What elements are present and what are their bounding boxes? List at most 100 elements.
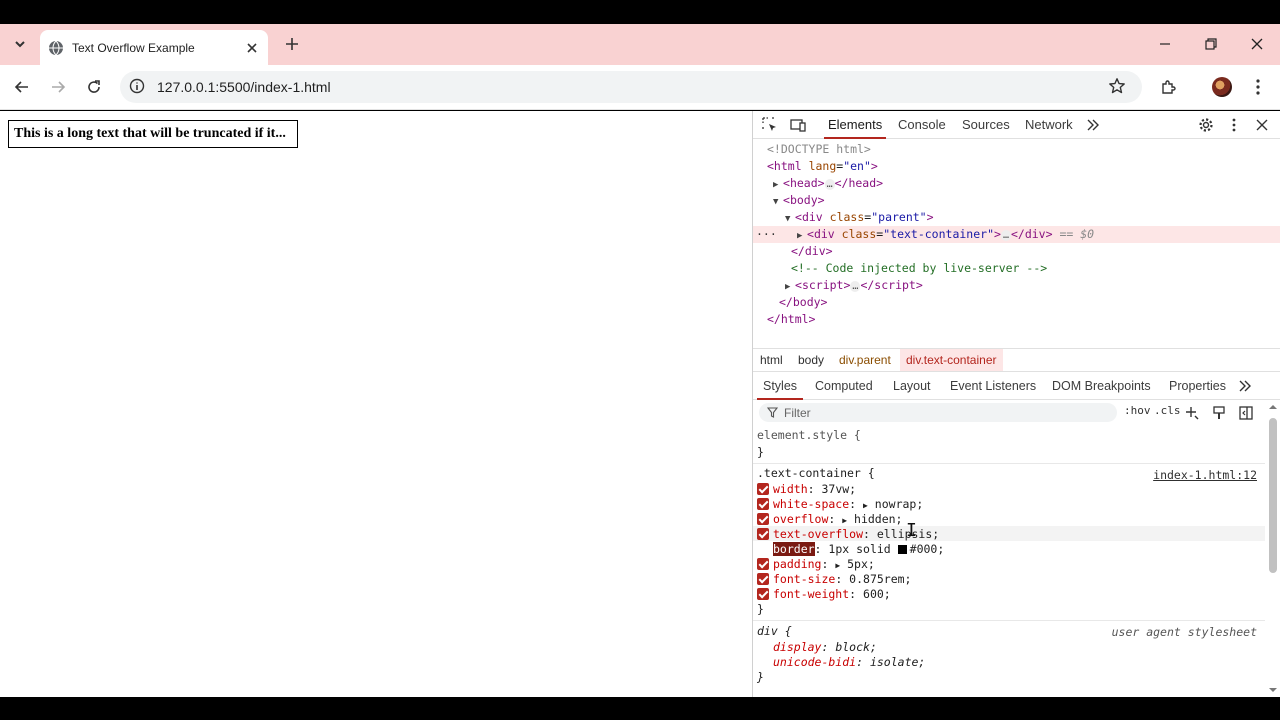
element-style-selector[interactable]: element.style {	[757, 428, 861, 443]
decl-checkbox[interactable]	[757, 558, 769, 570]
tab-computed[interactable]: Computed	[815, 373, 873, 400]
breadcrumb-html[interactable]: html	[760, 349, 783, 371]
decl-checkbox[interactable]	[757, 588, 769, 600]
ua-div-selector: div {	[757, 624, 792, 638]
tab-dom-breakpoints[interactable]: DOM Breakpoints	[1052, 373, 1151, 400]
new-style-rule-icon[interactable]	[1183, 404, 1201, 422]
hov-toggle[interactable]: :hov	[1124, 404, 1151, 417]
decl-checkbox[interactable]	[757, 498, 769, 510]
script-tag: script	[801, 278, 844, 292]
new-tab-button[interactable]	[282, 34, 302, 54]
node-actions-icon[interactable]: ···	[756, 226, 777, 243]
url-text[interactable]: 127.0.0.1:5500/index-1.html	[157, 79, 1108, 95]
decl-overflow[interactable]: overflow: ▶ hidden;	[757, 512, 902, 527]
close-devtools-icon[interactable]	[1253, 116, 1271, 134]
decl-value[interactable]: 600;	[863, 587, 891, 601]
site-info-icon[interactable]	[129, 78, 147, 96]
tab-search-button[interactable]	[8, 32, 32, 56]
color-swatch[interactable]	[897, 545, 907, 554]
reload-button[interactable]	[82, 75, 106, 99]
decl-border[interactable]: border: 1px solid #000;	[757, 542, 944, 557]
styles-filter-input[interactable]: Filter	[759, 403, 1117, 422]
decl-value[interactable]: nowrap;	[875, 497, 923, 511]
dom-comment[interactable]: <!-- Code injected by live-server -->	[753, 260, 1280, 277]
dom-script[interactable]: ▶ <script>… </script>	[753, 277, 1280, 294]
text-container-selector[interactable]: .text-container {	[757, 466, 875, 481]
devtools-menu-icon[interactable]	[1225, 116, 1243, 134]
expand-triangle-icon[interactable]: ▶	[842, 516, 847, 525]
forward-button[interactable]	[46, 75, 70, 99]
tab-layout[interactable]: Layout	[893, 373, 931, 400]
dom-body-close[interactable]: </body>	[753, 294, 1280, 311]
breadcrumb: html body div.parent div.text-container	[753, 348, 1280, 372]
letterbox-top	[0, 0, 1280, 24]
dom-body[interactable]: ▼ <body>	[753, 192, 1280, 209]
rule-divider	[753, 620, 1265, 621]
tab-console[interactable]: Console	[898, 111, 946, 139]
decl-value[interactable]: 0.875rem;	[849, 572, 911, 586]
styles-scrollbar[interactable]	[1266, 402, 1280, 695]
dom-doctype[interactable]: <!DOCTYPE html>	[753, 141, 1280, 158]
dom-html[interactable]: <html lang="en">	[753, 158, 1280, 175]
decl-padding[interactable]: padding: ▶ 5px;	[757, 557, 875, 572]
breadcrumb-body[interactable]: body	[798, 349, 824, 371]
collapsed-ellipsis[interactable]: …	[824, 179, 835, 190]
tab-elements[interactable]: Elements	[823, 111, 887, 139]
scroll-thumb[interactable]	[1269, 418, 1277, 573]
device-toolbar-icon[interactable]	[789, 116, 807, 134]
profile-avatar[interactable]	[1212, 77, 1232, 97]
decl-white-space[interactable]: white-space: ▶ nowrap;	[757, 497, 923, 512]
scroll-down-icon[interactable]	[1266, 685, 1280, 695]
browser-menu-button[interactable]	[1246, 75, 1270, 99]
tab-event-listeners[interactable]: Event Listeners	[950, 373, 1036, 400]
decl-checkbox[interactable]	[757, 483, 769, 495]
browser-tab[interactable]: Text Overflow Example	[40, 30, 268, 65]
dom-html-close[interactable]: </html>	[753, 311, 1280, 328]
breadcrumb-div-text-container[interactable]: div.text-container	[900, 349, 1003, 371]
decl-checkbox[interactable]	[757, 513, 769, 525]
decl-font-size[interactable]: font-size: 0.875rem;	[757, 572, 911, 587]
close-icon	[1251, 38, 1263, 50]
close-window-button[interactable]	[1245, 32, 1269, 56]
decl-font-weight[interactable]: font-weight: 600;	[757, 587, 891, 602]
dom-div-text-container[interactable]: ··· ▶ <div class="text-container">… </div>…	[753, 226, 1280, 243]
restore-button[interactable]	[1199, 32, 1223, 56]
tab-styles[interactable]: Styles	[756, 373, 804, 400]
minimize-button[interactable]	[1153, 32, 1177, 56]
toggle-sidebar-icon[interactable]	[1237, 404, 1255, 422]
decl-width[interactable]: width: 37vw;	[757, 482, 856, 497]
decl-value[interactable]: hidden;	[854, 512, 902, 526]
dom-div-parent[interactable]: ▼ <div class="parent">	[753, 209, 1280, 226]
more-subtabs-icon[interactable]	[1236, 377, 1254, 395]
breadcrumb-div-parent[interactable]: div.parent	[839, 349, 891, 371]
extensions-button[interactable]	[1157, 75, 1181, 99]
tab-properties[interactable]: Properties	[1169, 373, 1226, 400]
decl-checkbox[interactable]	[757, 528, 769, 540]
expand-triangle-icon[interactable]: ▶	[835, 561, 840, 570]
decl-prop-selected[interactable]: border	[773, 542, 815, 556]
decl-value[interactable]: 5px;	[847, 557, 875, 571]
collapsed-ellipsis[interactable]: …	[850, 281, 861, 292]
tab-sources[interactable]: Sources	[962, 111, 1010, 139]
tab-network[interactable]: Network	[1025, 111, 1073, 139]
more-tabs-icon[interactable]	[1084, 116, 1102, 134]
expand-triangle-icon[interactable]: ▶	[863, 501, 868, 510]
decl-checkbox[interactable]	[757, 573, 769, 585]
scroll-up-icon[interactable]	[1266, 402, 1280, 412]
bookmark-star-icon[interactable]	[1108, 77, 1128, 97]
cls-toggle[interactable]: .cls	[1154, 404, 1181, 417]
address-bar[interactable]: 127.0.0.1:5500/index-1.html	[120, 71, 1142, 103]
collapsed-ellipsis[interactable]: …	[1000, 230, 1011, 241]
decl-color-value[interactable]: #000;	[910, 542, 945, 556]
settings-gear-icon[interactable]	[1197, 116, 1215, 134]
paint-brush-icon[interactable]	[1210, 404, 1228, 422]
dom-head[interactable]: ▶ <head>… </head>	[753, 175, 1280, 192]
decl-value[interactable]: 37vw;	[821, 482, 856, 496]
close-tab-icon[interactable]	[242, 38, 262, 58]
decl-value[interactable]: 1px solid	[828, 542, 890, 556]
rule-source-link[interactable]: index-1.html:12	[1153, 468, 1257, 482]
inspect-element-icon[interactable]	[761, 116, 779, 134]
attr-name: class	[841, 227, 877, 241]
dom-div-close[interactable]: </div>	[753, 243, 1280, 260]
back-button[interactable]	[10, 75, 34, 99]
